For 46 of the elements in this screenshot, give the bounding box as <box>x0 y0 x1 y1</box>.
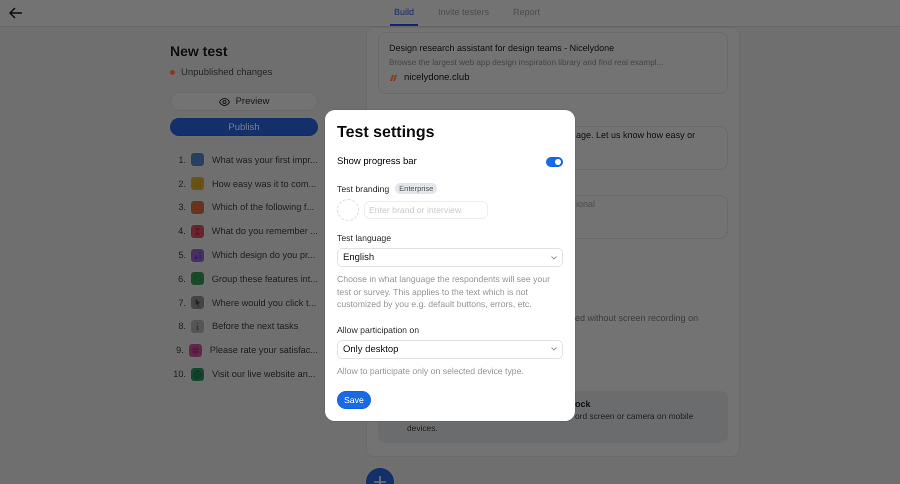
field-label: Test language <box>337 233 392 243</box>
item-number: 4. <box>177 226 186 236</box>
status-text: Unpublished changes <box>181 67 272 78</box>
notice-text: ord screen or camera on mobile <box>575 411 694 421</box>
item-number: 9. <box>175 345 184 356</box>
link-domain: nicelydone.club <box>404 72 470 83</box>
status-dot-icon <box>170 70 175 75</box>
item-number: 3. <box>177 202 186 212</box>
dialog-title: Test settings <box>337 124 436 142</box>
chevron-down-icon <box>551 347 557 352</box>
chevron-down-icon <box>551 256 557 260</box>
preview-button[interactable]: Preview <box>170 92 318 111</box>
site-logo-icon <box>389 73 398 82</box>
item-number: 1. <box>177 154 186 165</box>
eye-icon <box>218 98 230 106</box>
question-item[interactable]: Where would you click t... <box>212 298 316 308</box>
setting-label: Show progress bar <box>337 156 417 167</box>
question-item[interactable]: What do you remember ... <box>212 226 318 236</box>
question-item[interactable]: Please rate your satisfac... <box>210 345 318 356</box>
item-number: 7. <box>177 298 186 308</box>
notice-text: devices. <box>407 423 439 433</box>
page-title: New test <box>170 43 229 59</box>
item-number: 2. <box>177 178 186 189</box>
back-arrow-icon[interactable] <box>8 5 24 21</box>
question-item[interactable]: Visit our live website an... <box>212 369 316 380</box>
field-label: Test branding <box>337 184 390 194</box>
link-title: Design research assistant for design teams - Nicelydone <box>389 43 616 53</box>
device-select[interactable]: Only desktop <box>337 340 563 359</box>
item-number: 6. <box>177 274 186 284</box>
help-text: Choose in what language the respondents will see your test or survey. This applies to the text which is not customized by you e.g. default buttons, errors, etc. <box>337 273 551 311</box>
question-item[interactable]: Before the next tasks <box>212 321 298 332</box>
item-number: 10. <box>172 369 186 380</box>
item-number: 8. <box>177 321 186 332</box>
question-item[interactable]: What was your first impr... <box>212 154 318 165</box>
question-item[interactable]: Group these features int... <box>212 274 318 284</box>
help-text: Allow to participate only on selected device type. <box>337 364 525 378</box>
question-item[interactable]: Which design do you pr... <box>212 250 316 260</box>
save-button[interactable]: Save <box>337 391 371 409</box>
publish-button[interactable]: Publish <box>170 118 318 136</box>
field-label: Allow participation on <box>337 324 420 335</box>
item-number: 5. <box>177 250 186 260</box>
language-select[interactable]: English <box>337 248 563 268</box>
question-item[interactable]: Which of the following f... <box>212 202 314 212</box>
notice-title: ock <box>575 399 592 409</box>
toggle-switch[interactable] <box>546 156 563 166</box>
question-item[interactable]: How easy was it to com... <box>212 178 316 189</box>
